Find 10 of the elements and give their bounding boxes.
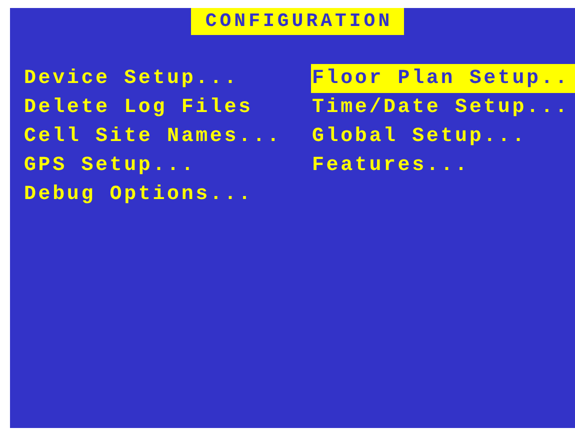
menu-item[interactable]: Time/Date Setup... (311, 93, 570, 122)
menu-item[interactable]: Features... (311, 151, 470, 180)
menu-item[interactable]: Delete Log Files (23, 93, 253, 122)
menu-item[interactable]: Debug Options... (23, 180, 253, 209)
menu-item[interactable]: Cell Site Names... (23, 122, 282, 151)
menu-item[interactable]: Device Setup... (23, 64, 239, 93)
window-title: CONFIGURATION (191, 8, 404, 35)
menu-item[interactable]: GPS Setup... (23, 151, 196, 180)
menu-item[interactable]: Global Setup... (311, 122, 527, 151)
menu-item[interactable]: Floor Plan Setup.. (311, 64, 575, 93)
